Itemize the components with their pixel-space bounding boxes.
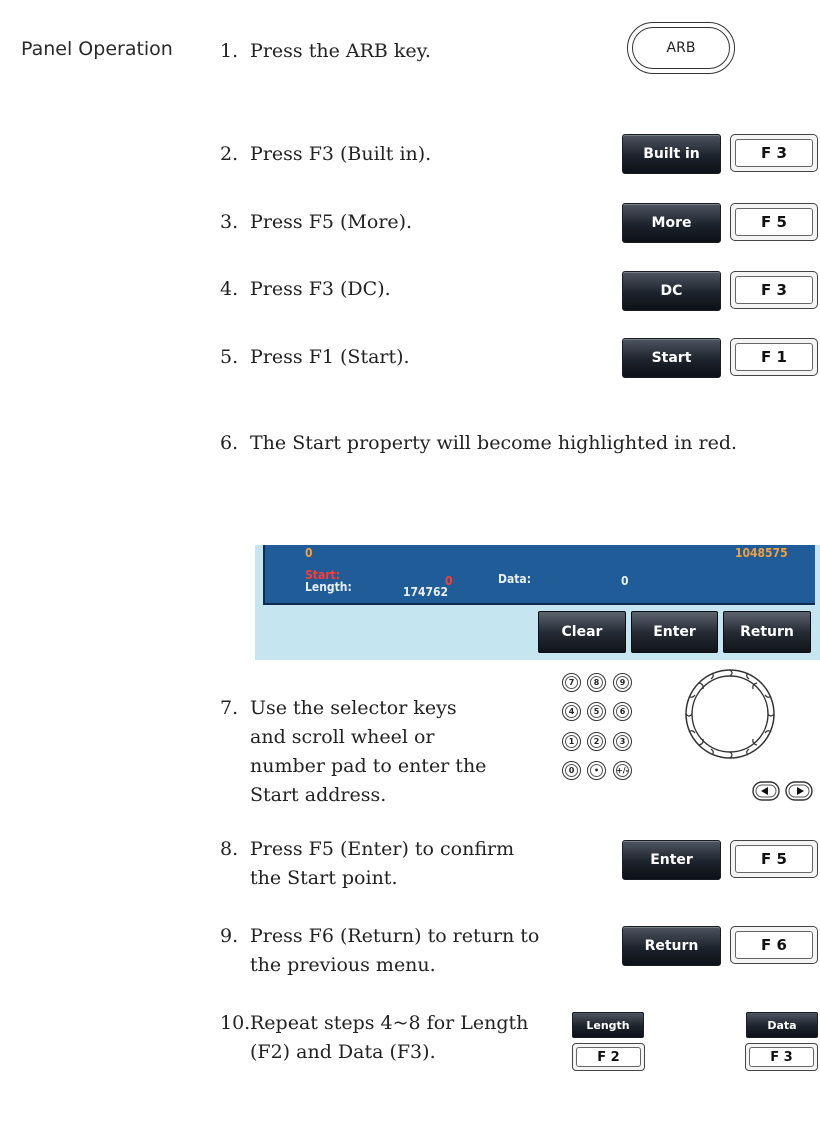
step-text: Press F1 (Start). [250, 346, 410, 368]
step-7: 7. Use the selector keys and scroll wheel… [220, 694, 490, 810]
step-number: 4. [220, 278, 239, 300]
length-softkey[interactable]: Length [572, 1012, 644, 1038]
keypad-label: 0 [568, 766, 575, 775]
arb-key[interactable]: ARB [627, 22, 735, 74]
step-number: 3. [220, 211, 239, 233]
step-10: 10.Repeat steps 4~8 for Length (F2) and … [220, 1009, 560, 1067]
keypad-label: 4 [568, 707, 575, 716]
range-start: 0 [305, 546, 313, 560]
screen-capture: 0 1048575 Start: 0 Length: 174762 Data: … [255, 545, 820, 660]
enter-button[interactable]: Enter [631, 611, 718, 653]
keypad-9-key[interactable]: 9 [613, 673, 632, 692]
keypad-6-key[interactable]: 6 [613, 702, 632, 721]
step-text: Use the selector keys and scroll wheel o… [250, 697, 487, 806]
step-text: Press F5 (More). [250, 211, 413, 233]
range-end: 1048575 [735, 546, 788, 560]
step-number: 9. [220, 925, 239, 947]
step-text: Press the ARB key. [250, 40, 431, 62]
data-softkey[interactable]: Data [746, 1012, 818, 1038]
keypad-label: 5 [593, 707, 600, 716]
keypad-4-key[interactable]: 4 [562, 702, 581, 721]
keypad-5-key[interactable]: 5 [587, 702, 606, 721]
step-text: Press F3 (DC). [250, 278, 391, 300]
enter-softkey[interactable]: Enter [622, 840, 721, 880]
step-6: 6. The Start property will become highlig… [220, 428, 810, 458]
return-softkey[interactable]: Return [622, 926, 721, 966]
step-9: 9. Press F6 (Return) to return to the pre… [220, 922, 550, 980]
keypad-3-key[interactable]: 3 [613, 732, 632, 751]
f6-key-label: F 6 [761, 936, 787, 954]
keypad-dot-key[interactable]: • [587, 761, 606, 780]
section-label: Panel Operation [21, 38, 173, 60]
keypad-7-key[interactable]: 7 [562, 673, 581, 692]
keypad-label: 9 [619, 678, 626, 687]
step-text: The Start property will become highlight… [250, 432, 738, 454]
step-text: Press F6 (Return) to return to the previ… [250, 925, 540, 976]
keypad-label: 1 [568, 737, 575, 746]
data-value: 0 [621, 574, 629, 588]
keypad-label: 6 [619, 707, 626, 716]
step-number: 6. [220, 432, 239, 454]
f3-key-label: F 3 [761, 144, 787, 162]
data-label: Data: [498, 572, 532, 586]
f6-key[interactable]: F 6 [730, 926, 818, 964]
step-8: 8. Press F5 (Enter) to confirm the Start … [220, 835, 550, 893]
f5-key[interactable]: F 5 [730, 203, 818, 241]
step-2: 2. Press F3 (Built in). [220, 139, 590, 169]
length-label: Length: [305, 580, 352, 594]
keypad-8-key[interactable]: 8 [587, 673, 606, 692]
built-in-softkey[interactable]: Built in [622, 134, 721, 174]
clear-button[interactable]: Clear [538, 611, 626, 653]
f5-key[interactable]: F 5 [730, 840, 818, 878]
step-3: 3. Press F5 (More). [220, 207, 590, 237]
f2-key[interactable]: F 2 [572, 1043, 645, 1071]
return-button[interactable]: Return [723, 611, 811, 653]
step-number: 1. [220, 40, 239, 62]
scroll-wheel-icon[interactable] [682, 666, 778, 762]
keypad-label: 3 [619, 737, 626, 746]
step-number: 5. [220, 346, 239, 368]
step-number: 7. [220, 697, 239, 719]
step-number: 2. [220, 143, 239, 165]
arb-edit-panel: 0 1048575 Start: 0 Length: 174762 Data: … [263, 545, 815, 605]
more-softkey[interactable]: More [622, 203, 721, 243]
step-text: Press F3 (Built in). [250, 143, 432, 165]
step-number: 8. [220, 838, 239, 860]
step-text: Repeat steps 4~8 for Length (F2) and Dat… [250, 1012, 529, 1063]
start-softkey[interactable]: Start [622, 338, 721, 378]
step-text: Press F5 (Enter) to confirm the Start po… [250, 838, 515, 889]
f3-key[interactable]: F 3 [730, 271, 818, 309]
f3-key-label: F 3 [761, 281, 787, 299]
step-5: 5. Press F1 (Start). [220, 342, 590, 372]
length-value: 174762 [403, 585, 449, 599]
f5-key-label: F 5 [761, 850, 787, 868]
step-4: 4. Press F3 (DC). [220, 274, 590, 304]
keypad-label: 7 [568, 678, 575, 687]
f3-key-label: F 3 [770, 1049, 793, 1065]
keypad-label: 2 [593, 737, 600, 746]
f3-key[interactable]: F 3 [745, 1043, 818, 1071]
step-number: 10. [220, 1012, 251, 1034]
keypad-label: • [593, 766, 600, 775]
arb-key-label: ARB [666, 40, 696, 56]
keypad-2-key[interactable]: 2 [587, 732, 606, 751]
keypad-0-key[interactable]: 0 [562, 761, 581, 780]
f5-key-label: F 5 [761, 213, 787, 231]
f1-key[interactable]: F 1 [730, 338, 818, 376]
f2-key-label: F 2 [597, 1049, 620, 1065]
keypad-label: +/- [616, 766, 629, 775]
keypad-label: 8 [593, 678, 600, 687]
f1-key-label: F 1 [761, 348, 787, 366]
step-1: 1. Press the ARB key. [220, 36, 590, 66]
keypad-sign-key[interactable]: +/- [613, 761, 632, 780]
f3-key[interactable]: F 3 [730, 134, 818, 172]
right-arrow-key-icon[interactable] [785, 781, 813, 801]
dc-softkey[interactable]: DC [622, 271, 721, 311]
keypad-1-key[interactable]: 1 [562, 732, 581, 751]
left-arrow-key-icon[interactable] [752, 781, 780, 801]
